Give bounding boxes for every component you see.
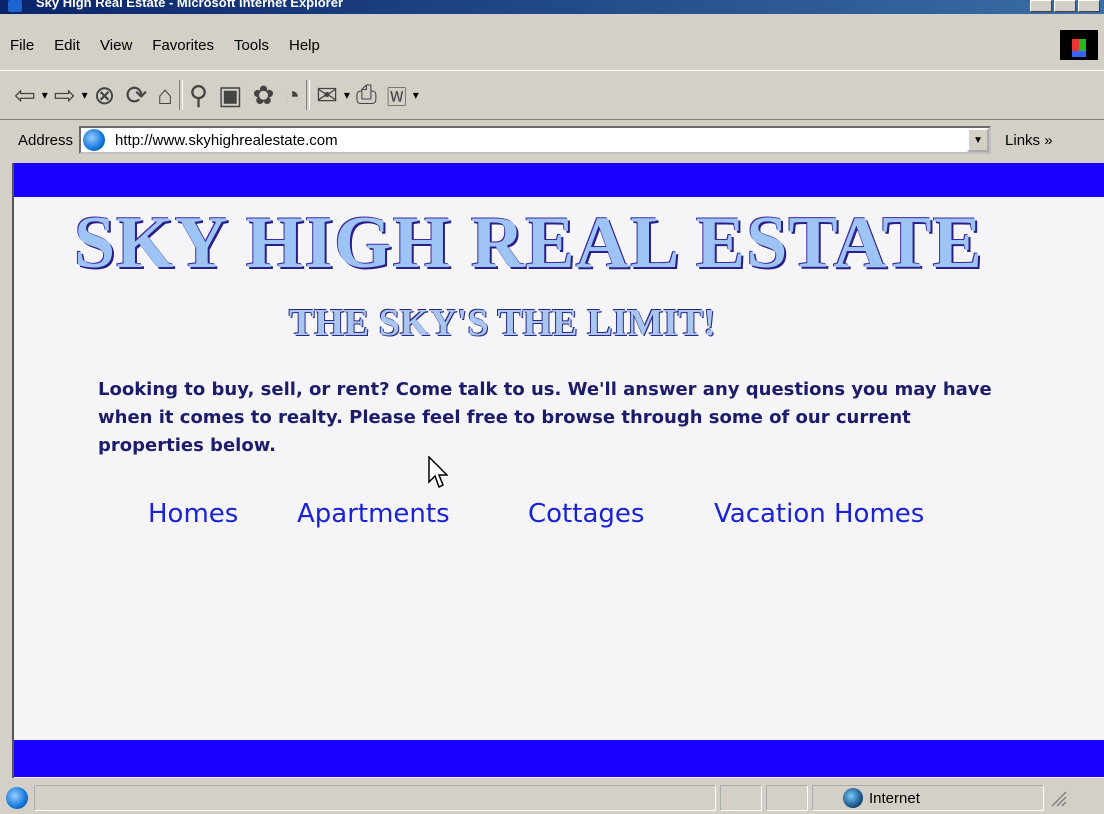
status-panel bbox=[720, 785, 762, 811]
refresh-icon[interactable]: ⟳ bbox=[125, 77, 147, 113]
nav-link-vacation-homes[interactable]: Vacation Homes bbox=[714, 499, 924, 529]
mail-dropdown-icon[interactable]: ▾ bbox=[344, 88, 350, 102]
toolbar-separator bbox=[178, 80, 183, 110]
title-bar: Sky High Real Estate - Microsoft Interne… bbox=[0, 0, 1104, 14]
address-bar: Address ▼ Links » bbox=[0, 122, 1104, 158]
minimize-button[interactable] bbox=[1030, 0, 1052, 12]
address-label: Address bbox=[18, 131, 74, 149]
word-icon[interactable]: 🅆 bbox=[387, 77, 407, 113]
links-button[interactable]: Links » bbox=[1005, 132, 1053, 149]
nav-link-homes[interactable]: Homes bbox=[148, 499, 238, 529]
security-zone: Internet bbox=[812, 785, 1044, 811]
site-tagline: THE SKY'S THE LIMIT! bbox=[289, 302, 716, 344]
page-status-icon bbox=[6, 787, 28, 809]
toolbar-separator bbox=[306, 80, 311, 110]
menu-file[interactable]: File bbox=[10, 37, 34, 54]
address-field[interactable]: ▼ bbox=[79, 126, 992, 154]
page-viewport: SKY HIGH REAL ESTATE THE SKY'S THE LIMIT… bbox=[12, 163, 1104, 778]
window-controls bbox=[1030, 0, 1100, 12]
menu-bar: File Edit View Favorites Tools Help bbox=[0, 26, 1104, 64]
close-button[interactable] bbox=[1078, 0, 1100, 12]
globe-icon bbox=[843, 788, 863, 808]
address-input[interactable] bbox=[113, 130, 938, 150]
forward-dropdown-icon[interactable]: ▾ bbox=[82, 88, 88, 102]
edit-dropdown-icon[interactable]: ▾ bbox=[413, 88, 419, 102]
status-bar: Internet bbox=[0, 782, 1104, 814]
menu-view[interactable]: View bbox=[100, 37, 132, 54]
favorites-icon[interactable]: ▣ bbox=[218, 77, 243, 113]
status-panel bbox=[766, 785, 808, 811]
media-icon[interactable]: ✿ bbox=[253, 77, 275, 113]
status-text-panel bbox=[34, 785, 716, 811]
print-icon[interactable]: ⎙ bbox=[356, 77, 377, 113]
home-icon[interactable]: ⌂ bbox=[157, 77, 173, 113]
back-icon[interactable]: ⇦ bbox=[14, 77, 36, 113]
toolbar: ⇦ ▾ ⇨ ▾ ⊗ ⟳ ⌂ ⚲ ▣ ✿ ◔ ✉ ▾ ⎙ 🅆 ▾ bbox=[0, 70, 1104, 120]
forward-icon[interactable]: ⇨ bbox=[54, 77, 76, 113]
menu-tools[interactable]: Tools bbox=[234, 37, 269, 54]
resize-grip-icon[interactable] bbox=[1048, 788, 1068, 808]
nav-link-apartments[interactable]: Apartments bbox=[297, 499, 450, 529]
address-dropdown-button[interactable]: ▼ bbox=[967, 128, 990, 152]
window-title: Sky High Real Estate - Microsoft Interne… bbox=[36, 0, 344, 10]
maximize-button[interactable] bbox=[1054, 0, 1076, 12]
ie-app-icon bbox=[8, 0, 22, 12]
stop-icon[interactable]: ⊗ bbox=[94, 77, 116, 113]
nav-link-cottages[interactable]: Cottages bbox=[528, 499, 644, 529]
back-dropdown-icon[interactable]: ▾ bbox=[42, 88, 48, 102]
windows-logo-icon bbox=[1060, 30, 1098, 60]
ie-page-icon bbox=[83, 129, 106, 151]
header-band bbox=[14, 163, 1104, 197]
mail-icon[interactable]: ✉ bbox=[316, 77, 338, 113]
menu-edit[interactable]: Edit bbox=[54, 37, 80, 54]
menu-help[interactable]: Help bbox=[289, 37, 320, 54]
search-icon[interactable]: ⚲ bbox=[189, 77, 208, 113]
site-title: SKY HIGH REAL ESTATE bbox=[74, 202, 983, 284]
mouse-cursor-icon bbox=[428, 456, 448, 489]
intro-paragraph: Looking to buy, sell, or rent? Come talk… bbox=[98, 379, 992, 456]
menu-favorites[interactable]: Favorites bbox=[152, 37, 214, 54]
zone-label: Internet bbox=[869, 789, 920, 807]
history-icon[interactable]: ◔ bbox=[284, 77, 300, 113]
footer-band bbox=[14, 740, 1104, 777]
